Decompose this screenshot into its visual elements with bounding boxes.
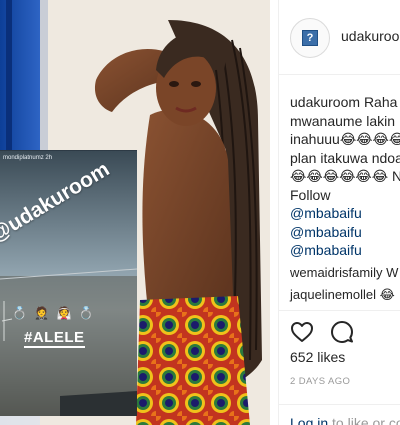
story-username: mondiplatnumz 2h: [3, 155, 53, 161]
post-header: ? udakuroom: [279, 0, 400, 75]
avatar[interactable]: ?: [290, 18, 330, 58]
login-link[interactable]: Log in: [290, 415, 328, 425]
caption-username[interactable]: udakuroom: [290, 94, 360, 110]
comment-item: jaquelinemollel 😂: [290, 286, 400, 305]
comment-text: W: [386, 264, 399, 280]
caption-text-line: Follow: [290, 186, 331, 203]
story-hashtag: #ALELE: [24, 329, 85, 348]
caption-first-line: udakuroom Raha: [290, 93, 400, 112]
post-side-panel: ? udakuroom udakuroom Raha mwanaume laki…: [278, 0, 400, 425]
caption-text-line: 😂😂😂😂😂😂 N: [290, 168, 400, 184]
comment-text: 😂: [379, 287, 395, 302]
comment-item: wemaidrisfamily W: [290, 264, 400, 283]
caption-text-line: plan itakuwa ndoa: [290, 149, 400, 166]
speech-bubble-icon[interactable]: [330, 320, 354, 344]
comments-section: udakuroom Raha mwanaume lakin inahuuu😂😂😂…: [290, 93, 400, 305]
login-prompt-rest: to like or com: [332, 415, 400, 425]
post-actions: [279, 310, 400, 351]
mention-link[interactable]: @mbabaifu: [290, 223, 400, 242]
caption-text-line: mwanaume lakin: [290, 112, 396, 129]
caption-text-line: Raha: [363, 94, 398, 110]
mention-link[interactable]: @mbabaifu: [290, 204, 400, 223]
login-prompt-bar: Log in to like or com: [279, 404, 400, 425]
avatar-placeholder-icon: ?: [302, 30, 318, 46]
heart-outline-icon[interactable]: [290, 320, 314, 344]
post-photo[interactable]: mondiplatnumz 2h @udakuroom 💍 🤵 👰 💍 #ALE…: [0, 0, 270, 425]
post-timestamp[interactable]: 2 DAYS AGO: [290, 376, 350, 387]
story-emojis: 💍 🤵 👰 💍: [12, 306, 96, 320]
comment-username[interactable]: jaquelinemollel: [290, 287, 376, 302]
likes-count[interactable]: 652 likes: [290, 349, 345, 365]
comment-username[interactable]: wemaidrisfamily: [290, 265, 382, 280]
login-prompt-text: Log in to like or com: [290, 415, 400, 425]
header-username[interactable]: udakuroom: [341, 28, 400, 44]
caption-text-line: inahuuu😂😂😂😂: [290, 131, 400, 147]
mention-link[interactable]: @mbabaifu: [290, 241, 400, 260]
story-screenshot: mondiplatnumz 2h @udakuroom 💍 🤵 👰 💍 #ALE…: [0, 150, 137, 416]
